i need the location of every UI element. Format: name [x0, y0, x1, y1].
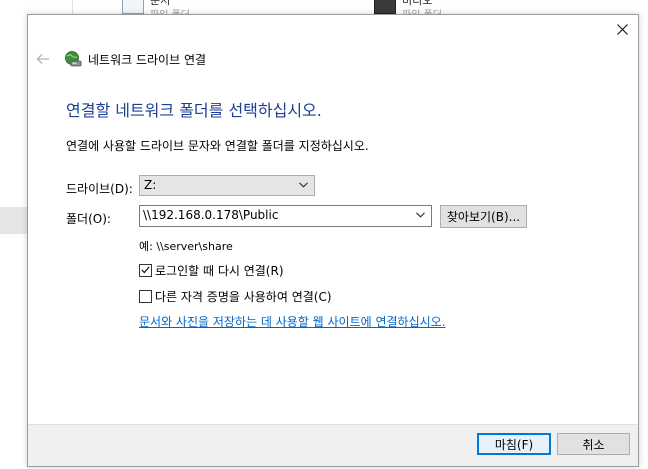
back-arrow-icon	[36, 54, 49, 64]
browse-button[interactable]: 찾아보기(B)...	[440, 205, 527, 228]
chevron-down-icon	[416, 212, 425, 218]
connect-website-link[interactable]: 문서와 사진을 저장하는 데 사용할 웹 사이트에 연결하십시오.	[139, 313, 446, 330]
folder-path-value: \\192.168.0.178\Public	[143, 208, 279, 222]
background-item-subtitle: 파일 폴더	[150, 6, 190, 14]
checkmark-icon	[141, 266, 150, 274]
background-item-documents[interactable]: 문서 파일 폴더	[122, 0, 262, 14]
drive-letter-value: Z:	[144, 178, 157, 192]
page-heading: 연결할 네트워크 폴더를 선택하십시오.	[66, 101, 322, 120]
video-folder-icon	[374, 0, 396, 14]
dialog-title: 네트워크 드라이브 연결	[88, 53, 207, 67]
reconnect-at-signin-option[interactable]: 로그인할 때 다시 연결(R)	[139, 262, 284, 278]
folder-label: 폴더(O):	[66, 212, 111, 226]
close-icon	[616, 23, 628, 35]
reconnect-checkbox[interactable]	[139, 263, 152, 277]
credentials-checkbox[interactable]	[139, 289, 152, 303]
cancel-button[interactable]: 취소	[557, 433, 630, 455]
finish-button[interactable]: 마침(F)	[477, 433, 551, 455]
reconnect-label: 로그인할 때 다시 연결(R)	[155, 263, 284, 278]
drive-letter-select[interactable]: Z:	[139, 175, 315, 196]
network-drive-icon	[65, 51, 82, 67]
path-example-text: 예: \\server\share	[139, 240, 233, 253]
close-button[interactable]	[610, 17, 634, 41]
chevron-down-icon	[299, 182, 308, 188]
credentials-label: 다른 자격 증명을 사용하여 연결(C)	[155, 289, 332, 304]
background-divider	[72, 0, 73, 14]
screen: 문서 파일 폴더 비디오 파일 폴더 네트워크 드라이브 연결 연결할 네트워크…	[0, 0, 648, 469]
back-button[interactable]	[34, 51, 52, 67]
drive-label: 드라이브(D):	[66, 182, 133, 196]
different-credentials-option[interactable]: 다른 자격 증명을 사용하여 연결(C)	[139, 288, 332, 304]
document-folder-icon	[122, 0, 144, 14]
background-item-subtitle: 파일 폴더	[402, 6, 442, 14]
map-network-drive-dialog: 네트워크 드라이브 연결 연결할 네트워크 폴더를 선택하십시오. 연결에 사용…	[27, 14, 639, 467]
background-selection-strip	[0, 207, 27, 234]
dialog-footer: 마침(F) 취소	[28, 424, 638, 466]
page-description: 연결에 사용할 드라이브 문자와 연결할 폴더를 지정하십시오.	[66, 139, 369, 153]
background-item-videos[interactable]: 비디오 파일 폴더	[374, 0, 514, 14]
folder-path-combobox[interactable]: \\192.168.0.178\Public	[139, 205, 432, 227]
